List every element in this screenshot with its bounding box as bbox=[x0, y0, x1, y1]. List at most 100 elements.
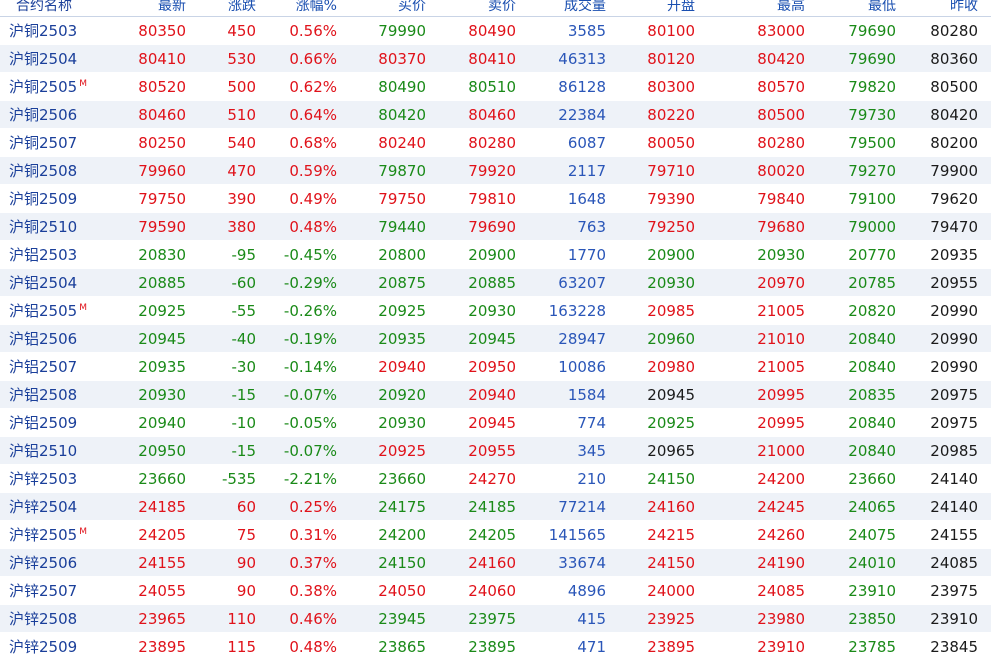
bid-cell: 79990 bbox=[378, 21, 426, 40]
contract-name: 沪铝2505 bbox=[9, 302, 78, 320]
contract-name-cell[interactable]: 沪铝2504 bbox=[0, 272, 92, 293]
table-row[interactable]: 沪锌2509 23895 115 0.48% 23865 23895 471 23895 239… bbox=[0, 633, 991, 661]
high-cell: 21010 bbox=[757, 329, 805, 348]
col-volume-header[interactable]: 成交量 bbox=[516, 0, 606, 14]
change-pct-cell: 0.66% bbox=[289, 49, 337, 68]
contract-name-cell[interactable]: 沪锌2509 bbox=[0, 636, 92, 657]
table-row[interactable]: 沪铜2507 80250 540 0.68% 80240 80280 6087 80050 80… bbox=[0, 129, 991, 157]
contract-name-cell[interactable]: 沪铝2506 bbox=[0, 328, 92, 349]
table-row[interactable]: 沪铝2504 20885 -60 -0.29% 20875 20885 63207 20930… bbox=[0, 269, 991, 297]
col-high-header[interactable]: 最高 bbox=[695, 0, 805, 14]
change-cell: 60 bbox=[236, 497, 256, 516]
prev-close-cell: 80420 bbox=[930, 105, 978, 124]
contract-name-cell[interactable]: 沪锌2506 bbox=[0, 552, 92, 573]
table-row[interactable]: 沪锌2508 23965 110 0.46% 23945 23975 415 23925 239… bbox=[0, 605, 991, 633]
ask-cell: 20900 bbox=[468, 245, 516, 264]
table-row[interactable]: 沪铝2503 20830 -95 -0.45% 20800 20900 1770 20900 2… bbox=[0, 241, 991, 269]
col-contract-header[interactable]: 合约名称 bbox=[0, 0, 92, 14]
latest-cell: 79750 bbox=[138, 189, 186, 208]
col-latest-header[interactable]: 最新 bbox=[92, 0, 186, 14]
open-cell: 80300 bbox=[647, 77, 695, 96]
bid-cell: 80490 bbox=[378, 77, 426, 96]
prev-close-cell: 79470 bbox=[930, 217, 978, 236]
contract-name-cell[interactable]: 沪铝2509 bbox=[0, 412, 92, 433]
contract-name-cell[interactable]: 沪锌2503 bbox=[0, 468, 92, 489]
open-cell: 24160 bbox=[647, 497, 695, 516]
table-row[interactable]: 沪铝2510 20950 -15 -0.07% 20925 20955 345 20965 21… bbox=[0, 437, 991, 465]
volume-cell: 22384 bbox=[558, 105, 606, 124]
change-pct-cell: -0.07% bbox=[283, 441, 337, 460]
contract-name-cell[interactable]: 沪锌2505 M bbox=[0, 524, 92, 545]
open-cell: 20980 bbox=[647, 357, 695, 376]
contract-name-cell[interactable]: 沪铝2508 bbox=[0, 384, 92, 405]
open-cell: 24000 bbox=[647, 581, 695, 600]
contract-name-cell[interactable]: 沪铝2507 bbox=[0, 356, 92, 377]
table-row[interactable]: 沪锌2507 24055 90 0.38% 24050 24060 4896 24000 240… bbox=[0, 577, 991, 605]
table-row[interactable]: 沪铜2505 M 80520 500 0.62% 80490 80510 86128 80300… bbox=[0, 73, 991, 101]
table-row[interactable]: 沪锌2503 23660 -535 -2.21% 23660 24270 210 24150 2… bbox=[0, 465, 991, 493]
high-cell: 83000 bbox=[757, 21, 805, 40]
contract-name-cell[interactable]: 沪铜2506 bbox=[0, 104, 92, 125]
table-row[interactable]: 沪铜2509 79750 390 0.49% 79750 79810 1648 79390 79… bbox=[0, 185, 991, 213]
change-pct-cell: 0.25% bbox=[289, 497, 337, 516]
change-cell: -30 bbox=[231, 357, 257, 376]
table-row[interactable]: 沪铝2505 M 20925 -55 -0.26% 20925 20930 163228 209… bbox=[0, 297, 991, 325]
open-cell: 20960 bbox=[647, 329, 695, 348]
contract-name-cell[interactable]: 沪铝2503 bbox=[0, 244, 92, 265]
table-row[interactable]: 沪铝2506 20945 -40 -0.19% 20935 20945 28947 20960… bbox=[0, 325, 991, 353]
table-row[interactable]: 沪铝2507 20935 -30 -0.14% 20940 20950 10086 20980… bbox=[0, 353, 991, 381]
low-cell: 20840 bbox=[848, 357, 896, 376]
contract-name-cell[interactable]: 沪铜2505 M bbox=[0, 76, 92, 97]
high-cell: 24245 bbox=[757, 497, 805, 516]
high-cell: 24085 bbox=[757, 581, 805, 600]
table-row[interactable]: 沪铜2504 80410 530 0.66% 80370 80410 46313 80120 8… bbox=[0, 45, 991, 73]
bid-cell: 23945 bbox=[378, 609, 426, 628]
col-ask-header[interactable]: 卖价 bbox=[426, 0, 516, 14]
col-change-header[interactable]: 涨跌 bbox=[186, 0, 256, 14]
contract-name: 沪铝2509 bbox=[9, 414, 78, 432]
table-row[interactable]: 沪铝2509 20940 -10 -0.05% 20930 20945 774 20925 20… bbox=[0, 409, 991, 437]
change-cell: 90 bbox=[236, 581, 256, 600]
table-row[interactable]: 沪锌2504 24185 60 0.25% 24175 24185 77214 24160 24… bbox=[0, 493, 991, 521]
bid-cell: 79750 bbox=[378, 189, 426, 208]
table-row[interactable]: 沪铜2508 79960 470 0.59% 79870 79920 2117 79710 80… bbox=[0, 157, 991, 185]
latest-cell: 24205 bbox=[138, 525, 186, 544]
volume-cell: 28947 bbox=[558, 329, 606, 348]
col-bid-header[interactable]: 买价 bbox=[337, 0, 426, 14]
contract-name-cell[interactable]: 沪铜2510 bbox=[0, 216, 92, 237]
contract-name-cell[interactable]: 沪锌2507 bbox=[0, 580, 92, 601]
contract-name-cell[interactable]: 沪锌2508 bbox=[0, 608, 92, 629]
contract-name-cell[interactable]: 沪铜2507 bbox=[0, 132, 92, 153]
change-cell: 115 bbox=[227, 637, 256, 656]
contract-name-cell[interactable]: 沪锌2504 bbox=[0, 496, 92, 517]
open-cell: 20930 bbox=[647, 273, 695, 292]
high-cell: 20930 bbox=[757, 245, 805, 264]
low-cell: 24010 bbox=[848, 553, 896, 572]
col-low-header[interactable]: 最低 bbox=[805, 0, 896, 14]
prev-close-cell: 24140 bbox=[930, 497, 978, 516]
change-cell: 530 bbox=[227, 49, 256, 68]
contract-name-cell[interactable]: 沪铜2503 bbox=[0, 20, 92, 41]
change-pct-cell: 0.38% bbox=[289, 581, 337, 600]
col-change-pct-header[interactable]: 涨幅% bbox=[256, 0, 337, 14]
contract-name-cell[interactable]: 沪铜2504 bbox=[0, 48, 92, 69]
col-prev-close-header[interactable]: 昨收 bbox=[896, 0, 978, 14]
contract-name-cell[interactable]: 沪铝2510 bbox=[0, 440, 92, 461]
main-contract-badge: M bbox=[79, 303, 87, 313]
contract-name-cell[interactable]: 沪铜2508 bbox=[0, 160, 92, 181]
table-row[interactable]: 沪铜2506 80460 510 0.64% 80420 80460 22384 80220 8… bbox=[0, 101, 991, 129]
contract-name-cell[interactable]: 沪铝2505 M bbox=[0, 300, 92, 321]
table-row[interactable]: 沪锌2506 24155 90 0.37% 24150 24160 33674 24150 24… bbox=[0, 549, 991, 577]
volume-cell: 163228 bbox=[548, 301, 606, 320]
table-row[interactable]: 沪铜2503 80350 450 0.56% 79990 80490 3585 80100 83… bbox=[0, 17, 991, 45]
contract-name: 沪铜2508 bbox=[9, 162, 78, 180]
table-row[interactable]: 沪铜2510 79590 380 0.48% 79440 79690 763 79250 796… bbox=[0, 213, 991, 241]
col-open-header[interactable]: 开盘 bbox=[606, 0, 695, 14]
low-cell: 20840 bbox=[848, 441, 896, 460]
table-row[interactable]: 沪锌2505 M 24205 75 0.31% 24200 24205 141565 24215… bbox=[0, 521, 991, 549]
table-row[interactable]: 沪铝2508 20930 -15 -0.07% 20920 20940 1584 20945 2… bbox=[0, 381, 991, 409]
open-cell: 80100 bbox=[647, 21, 695, 40]
contract-name-cell[interactable]: 沪铜2509 bbox=[0, 188, 92, 209]
open-cell: 79710 bbox=[647, 161, 695, 180]
bid-cell: 23660 bbox=[378, 469, 426, 488]
